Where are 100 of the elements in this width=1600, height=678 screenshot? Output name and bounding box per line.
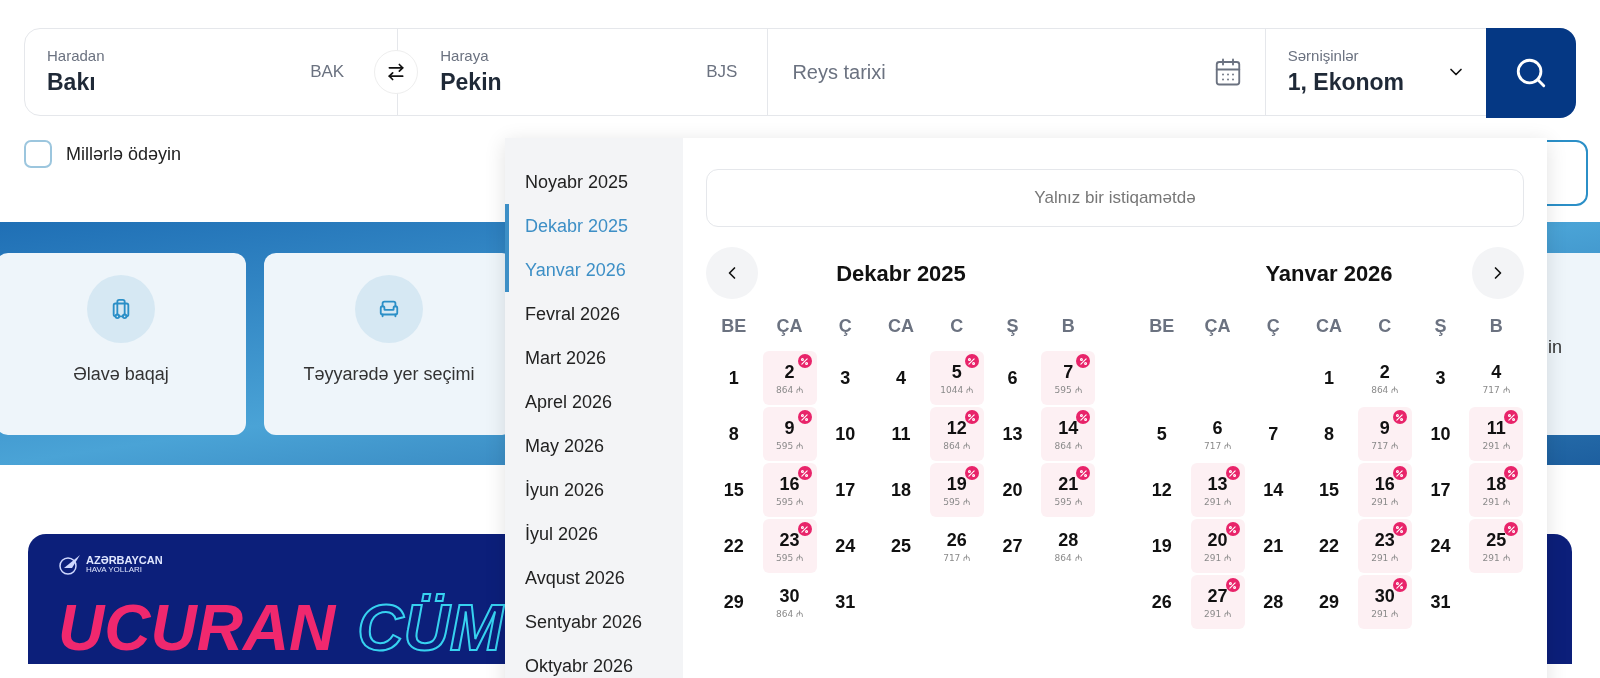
calendar-day[interactable]: 20 291 ₼ [1190,519,1245,573]
percent-badge-icon [964,466,979,480]
calendar-day[interactable]: 23 291 ₼ [1357,519,1412,573]
calendar-day[interactable]: 22 [706,519,761,573]
month-item[interactable]: İyul 2026 [505,512,683,556]
calendar-day[interactable]: 5 1044 ₼ [929,351,984,405]
percent-badge-icon [797,354,812,368]
calendar-day[interactable]: 2 864 ₼ [762,351,817,405]
weekday-label: Ç [1265,315,1281,338]
calendar-day[interactable]: 10 [1413,407,1468,461]
calendar-day[interactable]: 9 595 ₼ [762,407,817,461]
percent-badge-icon [1504,466,1519,480]
previous-month-button[interactable] [706,247,758,299]
calendar-day[interactable]: 18 [874,463,928,517]
calendar-day[interactable]: 31 [818,575,873,629]
percent-badge-icon [1076,466,1091,480]
calendar-day[interactable]: 30 291 ₼ [1357,575,1412,629]
calendar-day[interactable]: 19 595 ₼ [929,463,984,517]
checkbox[interactable] [24,140,52,168]
service-card[interactable]: Əlavə baqaj [0,252,246,435]
calendar-day[interactable]: 24 [818,519,873,573]
percent-badge-icon [1392,410,1407,424]
calendar-day[interactable]: 17 [1413,463,1468,517]
calendar-day[interactable]: 25 [874,519,928,573]
calendar-day[interactable]: 26 [1134,575,1189,629]
calendar-day[interactable]: 4 [874,351,928,405]
logo-icon [58,552,82,576]
calendar-day[interactable]: 16 291 ₼ [1357,463,1412,517]
percent-badge-icon [1225,522,1240,536]
calendar-day[interactable]: 8 [706,407,761,461]
calendar-day[interactable]: 18 291 ₼ [1469,463,1524,517]
percent-badge-icon [1225,466,1240,480]
calendar-day[interactable]: 26 717 ₼ [929,519,984,573]
weekday-label: ÇA [1203,315,1232,338]
calendar-day[interactable]: 29 [706,575,761,629]
calendar-day[interactable]: 12 [1134,463,1189,517]
calendar-day[interactable]: 29 [1302,575,1356,629]
calendar-day[interactable]: 8 [1302,407,1356,461]
calendar-day[interactable]: 27 [985,519,1040,573]
month-item[interactable]: Noyabr 2025 [505,160,683,204]
calendar-day[interactable]: 7 [1246,407,1301,461]
calendar-day[interactable]: 16 595 ₼ [762,463,817,517]
weekday-label: Ş [1005,315,1020,338]
calendar-day[interactable]: 9 717 ₼ [1357,407,1412,461]
month-item[interactable]: Avqust 2026 [505,556,683,600]
month-title: Dekabr 2025 [836,259,966,288]
percent-badge-icon [797,466,812,480]
calendar-day[interactable]: 11 291 ₼ [1469,407,1524,461]
calendar-day[interactable]: 5 [1134,407,1189,461]
percent-badge-icon [1392,578,1407,592]
month-item[interactable]: Sentyabr 2026 [505,600,683,644]
calendar-day[interactable]: 3 [1413,351,1468,405]
calendar-day[interactable]: 14 [1246,463,1301,517]
next-month-button[interactable] [1472,247,1524,299]
calendar-day[interactable]: 27 291 ₼ [1190,575,1245,629]
percent-badge-icon [1504,410,1519,424]
calendar-day[interactable]: 6 717 ₼ [1190,407,1245,461]
calendar-day[interactable]: 11 [874,407,928,461]
percent-badge-icon [1225,578,1240,592]
percent-badge-icon [964,354,979,368]
percent-badge-icon [964,410,979,424]
calendar-day[interactable]: 2 864 ₼ [1357,351,1412,405]
calendar-day[interactable]: 24 [1413,519,1468,573]
calendar-day[interactable]: 15 [1302,463,1356,517]
calendar-day[interactable]: 22 [1302,519,1356,573]
calendar-day[interactable]: 25 291 ₼ [1469,519,1524,573]
calendar-day[interactable]: 13 291 ₼ [1190,463,1245,517]
calendar-day[interactable]: 28 [1246,575,1301,629]
calendar-day[interactable]: 1 [1302,351,1356,405]
month-item[interactable]: Oktyabr 2026 [505,644,683,678]
calendar-day[interactable]: 6 [985,351,1040,405]
calendar-day[interactable]: 19 [1134,519,1189,573]
percent-badge-icon [797,410,812,424]
month-item[interactable]: İyun 2026 [505,468,683,512]
checkbox-label: Millərlə ödəyin [66,142,182,166]
weekday-label: BE [1148,315,1176,338]
calendar-day[interactable]: 31 [1413,575,1468,629]
calendar-day[interactable]: 13 [985,407,1040,461]
calendar-day[interactable]: 28 864 ₼ [1041,519,1096,573]
calendar-day[interactable]: 1 [706,351,761,405]
calendar-day[interactable]: 21 595 ₼ [1041,463,1096,517]
calendar-day[interactable]: 30 864 ₼ [762,575,817,629]
percent-badge-icon [797,522,812,536]
service-label: Əlavə baqaj [73,362,169,386]
calendar-day[interactable]: 12 864 ₼ [929,407,984,461]
calendar-day[interactable]: 10 [818,407,873,461]
calendar-day[interactable]: 21 [1246,519,1301,573]
calendar-day[interactable]: 3 [818,351,873,405]
calendar-day[interactable]: 15 [706,463,761,517]
one-way-button[interactable]: Yalnız bir istiqamətdə [706,169,1524,227]
calendar-day[interactable]: 7 595 ₼ [1041,351,1096,405]
logo-subtext: HAVA YOLLARI [86,565,144,574]
weekday-label: CA [887,315,915,338]
calendar-day[interactable]: 17 [818,463,873,517]
banner-headline: UCURAN [58,591,338,666]
calendar-day[interactable]: 23 595 ₼ [762,519,817,573]
calendar-day[interactable]: 14 864 ₼ [1041,407,1096,461]
calendar-day[interactable]: 20 [985,463,1040,517]
percent-badge-icon [1504,522,1519,536]
calendar-day[interactable]: 4 717 ₼ [1469,351,1524,405]
